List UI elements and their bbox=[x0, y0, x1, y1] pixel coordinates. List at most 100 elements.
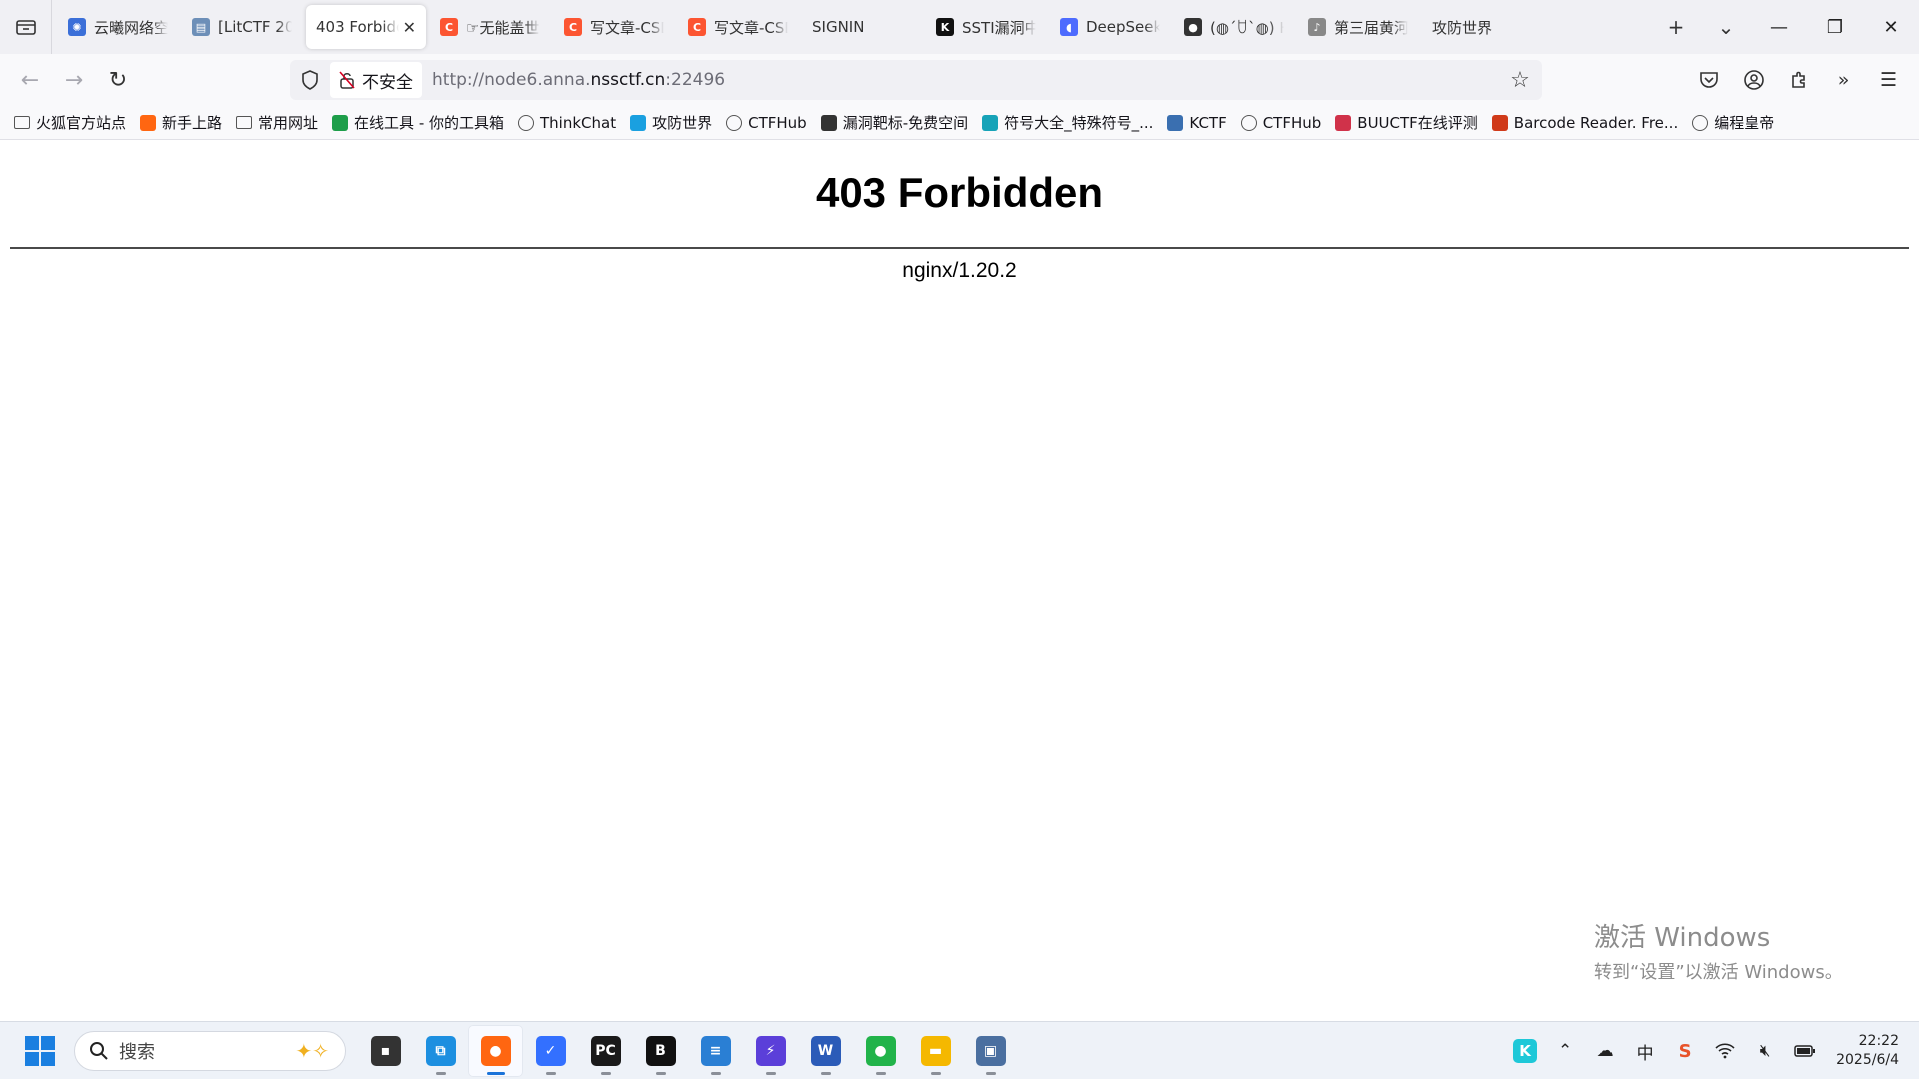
volume-muted-icon[interactable]: 🔇︎ bbox=[1748, 1034, 1782, 1068]
wifi-icon[interactable] bbox=[1708, 1034, 1742, 1068]
tab-1[interactable]: ▤ [LitCTF 20 bbox=[182, 5, 302, 49]
tab-title: 写文章-CSD bbox=[590, 18, 664, 37]
k-icon: K bbox=[936, 18, 954, 36]
tab-9[interactable]: ● (◍´ꇴ`◍) Hi bbox=[1174, 5, 1294, 49]
site-security-button[interactable]: 不安全 bbox=[330, 62, 422, 98]
sparkle-icon: ✦✧ bbox=[295, 1038, 329, 1063]
bookmark-item[interactable]: ThinkChat bbox=[518, 109, 616, 137]
battery-icon[interactable] bbox=[1788, 1034, 1822, 1068]
tab-3[interactable]: C ☞无能盖世 bbox=[430, 5, 550, 49]
taskbar-app-remote-desktop[interactable]: ⧉ bbox=[413, 1025, 468, 1077]
chevron-down-icon: ⌄ bbox=[1717, 15, 1735, 39]
tab-7[interactable]: K SSTI漏洞中 bbox=[926, 5, 1046, 49]
tab-title: 写文章-CSD bbox=[714, 18, 788, 37]
reload-button[interactable]: ↻ bbox=[96, 58, 140, 102]
extensions-button[interactable] bbox=[1776, 58, 1821, 102]
taskbar-app-burp[interactable]: B bbox=[633, 1025, 688, 1077]
tab-5[interactable]: C 写文章-CSD bbox=[678, 5, 798, 49]
taskbar-search[interactable]: 搜索 ✦✧ bbox=[74, 1030, 346, 1071]
watermark-title: 激活 Windows bbox=[1594, 923, 1771, 953]
bookmark-item[interactable]: BUUCTF在线评测 bbox=[1335, 109, 1478, 137]
tab-8[interactable]: ◖ DeepSeek bbox=[1050, 5, 1170, 49]
ime-indicator[interactable]: 中 bbox=[1628, 1034, 1662, 1068]
taskbar-app-pycharm[interactable]: PC bbox=[578, 1025, 633, 1077]
tab-10[interactable]: ♪ 第三届黄河 bbox=[1298, 5, 1418, 49]
sogou-icon[interactable]: S bbox=[1668, 1034, 1702, 1068]
clock[interactable]: 22:22 2025/6/4 bbox=[1836, 1032, 1899, 1070]
server-signature: nginx/1.20.2 bbox=[902, 259, 1017, 282]
tab-11[interactable]: 攻防世界 bbox=[1422, 5, 1542, 49]
account-button[interactable] bbox=[1731, 58, 1776, 102]
bookmark-item[interactable]: CTFHub bbox=[726, 109, 807, 137]
bookmark-item[interactable]: 攻防世界 bbox=[630, 109, 712, 137]
tab-title: SIGNIN bbox=[812, 18, 865, 36]
taskbar-app-word[interactable]: W bbox=[798, 1025, 853, 1077]
taskbar-app-file-explorer[interactable]: ▬ bbox=[908, 1025, 963, 1077]
start-button[interactable] bbox=[20, 1031, 60, 1071]
toolbar-right: » ☰ bbox=[1686, 54, 1919, 106]
bookmark-item[interactable]: Barcode Reader. Fre... bbox=[1491, 109, 1678, 137]
whale-icon: ◖ bbox=[1060, 18, 1078, 36]
notepad-icon: ≡ bbox=[700, 1035, 731, 1066]
bookmark-star-button[interactable]: ☆ bbox=[1506, 66, 1534, 94]
tracking-protection-button[interactable] bbox=[290, 60, 330, 100]
bookmark-item[interactable]: 编程皇帝 bbox=[1692, 109, 1774, 137]
toolbox-icon bbox=[332, 114, 349, 131]
cube-icon bbox=[1240, 114, 1257, 131]
tab-0[interactable]: ✺ 云曦网络空 bbox=[58, 5, 178, 49]
kuaishou-tray-icon[interactable]: K bbox=[1508, 1034, 1542, 1068]
shield-icon bbox=[302, 70, 318, 90]
taskbar-app-firefox[interactable]: ● bbox=[468, 1024, 523, 1077]
more-tools-button[interactable]: » bbox=[1821, 58, 1866, 102]
cloud-offline-icon[interactable]: ☁ bbox=[1588, 1034, 1622, 1068]
account-icon bbox=[1743, 70, 1764, 90]
bookmark-label: 在线工具 - 你的工具箱 bbox=[354, 114, 504, 132]
tab-list-icon bbox=[15, 20, 36, 35]
taskbar-app-network-tool[interactable]: ▣ bbox=[963, 1025, 1018, 1077]
minimize-button[interactable]: — bbox=[1751, 0, 1807, 54]
tab-6[interactable]: SIGNIN bbox=[802, 5, 922, 49]
running-indicator bbox=[930, 1071, 941, 1075]
running-indicator bbox=[655, 1071, 666, 1075]
bookmark-item[interactable]: CTFHub bbox=[1240, 109, 1321, 137]
back-button[interactable]: ← bbox=[8, 58, 52, 102]
taskbar-app-task-view[interactable]: ▪ bbox=[358, 1025, 413, 1077]
list-all-tabs-button[interactable]: ⌄ bbox=[1701, 0, 1751, 54]
pocket-button[interactable] bbox=[1686, 58, 1731, 102]
restore-button[interactable]: ❐ bbox=[1807, 0, 1863, 54]
tab-list-button[interactable] bbox=[0, 0, 52, 54]
close-window-button[interactable]: ✕ bbox=[1863, 0, 1919, 54]
app-menu-button[interactable]: ☰ bbox=[1866, 58, 1911, 102]
chevron-up-icon[interactable]: ⌃ bbox=[1548, 1034, 1582, 1068]
forward-button[interactable]: → bbox=[52, 58, 96, 102]
tab-2[interactable]: 403 Forbidden✕ bbox=[306, 5, 426, 49]
taskbar-app-notepad[interactable]: ≡ bbox=[688, 1025, 743, 1077]
word-icon: W bbox=[810, 1035, 841, 1066]
tab-title: ☞无能盖世 bbox=[466, 18, 540, 37]
plus-icon: + bbox=[1667, 15, 1685, 39]
bookmark-label: 漏洞靶标-免费空间 bbox=[842, 114, 969, 132]
bookmark-label: KCTF bbox=[1189, 113, 1227, 132]
page-content: 403 Forbidden nginx/1.20.2 激活 Windows 转到… bbox=[0, 141, 1919, 1021]
bookmark-item[interactable]: 漏洞靶标-免费空间 bbox=[820, 109, 969, 137]
close-tab-icon[interactable]: ✕ bbox=[403, 18, 416, 37]
bookmark-item[interactable]: 常用网址 bbox=[236, 109, 318, 137]
running-indicator bbox=[435, 1071, 446, 1075]
url-text[interactable]: http://node6.anna.nssctf.cn:22496 bbox=[432, 70, 725, 90]
puzzle-icon bbox=[1791, 71, 1805, 88]
bookmark-item[interactable]: 新手上路 bbox=[140, 109, 222, 137]
bookmark-item[interactable]: 火狐官方站点 bbox=[14, 109, 126, 137]
target-icon bbox=[820, 114, 837, 131]
bookmark-item[interactable]: 在线工具 - 你的工具箱 bbox=[332, 109, 504, 137]
star-icon: ☆ bbox=[1510, 67, 1530, 93]
taskbar-app-feishu[interactable]: ✓ bbox=[523, 1025, 578, 1077]
bookmark-item[interactable]: 符号大全_特殊符号_... bbox=[982, 109, 1153, 137]
taskbar-app-wechat[interactable]: ● bbox=[853, 1025, 908, 1077]
taskbar-app-app[interactable]: ⚡ bbox=[743, 1025, 798, 1077]
tab-4[interactable]: C 写文章-CSD bbox=[554, 5, 674, 49]
bookmark-item[interactable]: KCTF bbox=[1167, 109, 1227, 137]
new-tab-button[interactable]: + bbox=[1651, 0, 1701, 54]
windows-activation-watermark: 激活 Windows 转到“设置”以激活 Windows。 bbox=[1594, 917, 1843, 984]
address-bar[interactable]: 不安全 http://node6.anna.nssctf.cn:22496 ☆ bbox=[290, 60, 1542, 100]
avatar-icon: ● bbox=[1184, 18, 1202, 36]
